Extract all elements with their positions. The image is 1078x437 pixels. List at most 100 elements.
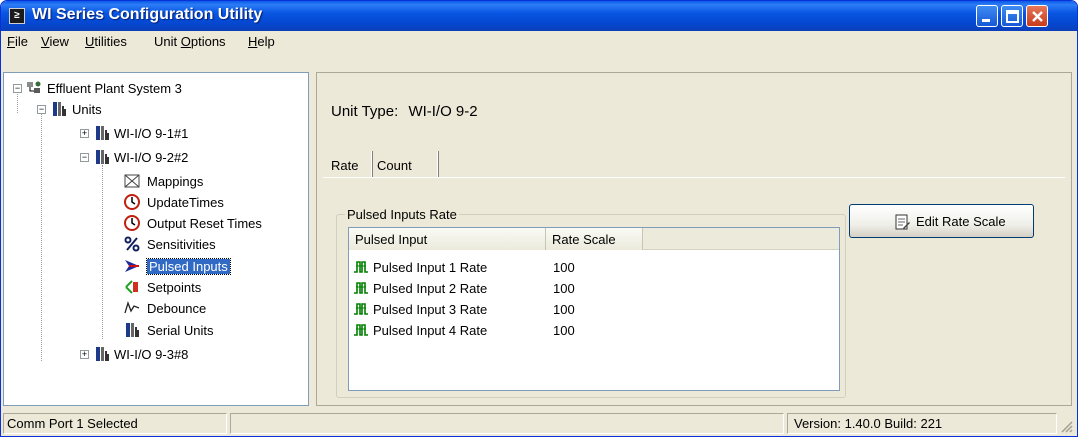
row-value: 100 bbox=[553, 323, 575, 338]
tree-item-serial-units[interactable]: Serial Units bbox=[4, 321, 304, 341]
clock-icon bbox=[124, 215, 140, 231]
list-item[interactable]: Pulsed Input 3 Rate 100 bbox=[349, 299, 839, 319]
list-item[interactable]: Pulsed Input 1 Rate 100 bbox=[349, 257, 839, 277]
row-name: Pulsed Input 4 Rate bbox=[373, 323, 488, 338]
network-icon bbox=[27, 81, 41, 93]
menu-view[interactable]: View bbox=[41, 34, 69, 49]
group-title: Pulsed Inputs Rate bbox=[345, 207, 459, 222]
unit-type-value: WI-I/O 9-2 bbox=[408, 103, 478, 120]
detail-pane: Unit Type: WI-I/O 9-2 Rate Count Pulsed … bbox=[316, 72, 1072, 406]
list-item[interactable]: Pulsed Input 2 Rate 100 bbox=[349, 278, 839, 298]
menu-help-rest: elp bbox=[257, 34, 275, 49]
menu-utilities[interactable]: Utilities bbox=[85, 34, 127, 49]
list-item[interactable]: Pulsed Input 4 Rate 100 bbox=[349, 320, 839, 340]
row-value: 100 bbox=[553, 260, 575, 275]
tree-label: Effluent Plant System 3 bbox=[47, 81, 182, 96]
tree-label: Sensitivities bbox=[147, 237, 216, 252]
status-text: Comm Port 1 Selected bbox=[7, 416, 138, 431]
menu-utilities-accel: U bbox=[85, 34, 95, 49]
tab-rate[interactable]: Rate bbox=[331, 153, 371, 177]
collapse-icon[interactable]: − bbox=[80, 153, 89, 162]
unit-icon bbox=[96, 347, 109, 361]
app-icon[interactable]: ≥ bbox=[9, 8, 25, 24]
status-panel-middle bbox=[230, 413, 784, 434]
pulse-icon bbox=[354, 282, 368, 294]
edit-document-icon bbox=[895, 214, 910, 230]
edit-rate-scale-button[interactable]: Edit Rate Scale bbox=[849, 204, 1034, 238]
expand-icon[interactable]: + bbox=[80, 129, 89, 138]
close-button[interactable] bbox=[1026, 5, 1048, 27]
tree-root[interactable]: − Effluent Plant System 3 bbox=[4, 79, 304, 99]
collapse-icon[interactable]: − bbox=[13, 84, 22, 93]
close-icon bbox=[1032, 11, 1043, 22]
arrow-icon bbox=[125, 260, 139, 272]
menu-view-rest: iew bbox=[49, 34, 69, 49]
collapse-icon[interactable]: − bbox=[37, 105, 46, 114]
unit-type-label: Unit Type: bbox=[331, 103, 399, 120]
menu-utilities-rest: tilities bbox=[94, 34, 127, 49]
menu-bar: File View Utilities Unit Options Help bbox=[1, 31, 1077, 51]
tree-label: WI-I/O 9-3#8 bbox=[114, 347, 189, 362]
column-header-pulsed-input[interactable]: Pulsed Input bbox=[349, 228, 546, 250]
percent-icon bbox=[124, 236, 140, 252]
tree-item-setpoints[interactable]: Setpoints bbox=[4, 278, 304, 298]
pulse-icon bbox=[354, 324, 368, 336]
tree-item-output-reset-times[interactable]: Output Reset Times bbox=[4, 214, 304, 234]
button-label: Edit Rate Scale bbox=[916, 214, 1006, 229]
menu-help[interactable]: Help bbox=[248, 34, 275, 49]
row-name: Pulsed Input 3 Rate bbox=[373, 302, 488, 317]
tree-label: Output Reset Times bbox=[147, 216, 262, 231]
tree-label: UpdateTimes bbox=[147, 195, 224, 210]
app-window: ≥ WI Series Configuration Utility File V… bbox=[0, 0, 1078, 437]
tree-label: WI-I/O 9-2#2 bbox=[114, 150, 189, 165]
pulsed-inputs-list[interactable]: Pulsed Input Rate Scale Pulsed Input 1 R… bbox=[348, 227, 840, 391]
tab-panel-edge bbox=[323, 177, 1065, 178]
row-value: 100 bbox=[553, 281, 575, 296]
waveform-icon bbox=[124, 300, 140, 314]
menu-file[interactable]: File bbox=[7, 34, 28, 49]
tree-item-pulsed-inputs[interactable]: Pulsed Inputs bbox=[4, 257, 304, 277]
status-panel-right: Version: 1.40.0 Build: 221 bbox=[787, 413, 1057, 434]
resize-grip-icon[interactable] bbox=[1059, 419, 1073, 433]
unit-type: Unit Type: WI-I/O 9-2 bbox=[331, 103, 478, 120]
pulsed-inputs-rate-group: Pulsed Inputs Rate Pulsed Input Rate Sca… bbox=[336, 207, 846, 398]
tree-item-mappings[interactable]: Mappings bbox=[4, 172, 304, 192]
tree-item-unit-2[interactable]: − WI-I/O 9-2#2 bbox=[4, 148, 304, 168]
row-name: Pulsed Input 1 Rate bbox=[373, 260, 488, 275]
maximize-button[interactable] bbox=[1001, 5, 1023, 27]
tree-label: Mappings bbox=[147, 174, 204, 189]
pulse-icon bbox=[354, 303, 368, 315]
minimize-button[interactable] bbox=[976, 5, 998, 27]
unit-icon bbox=[96, 126, 109, 140]
column-label: Rate Scale bbox=[552, 232, 616, 247]
unit-tree[interactable]: − Effluent Plant System 3 − Units + WI-I… bbox=[3, 72, 309, 406]
window-title: WI Series Configuration Utility bbox=[32, 6, 263, 23]
tab-label: Count bbox=[377, 158, 412, 173]
menu-unit-options-accel: O bbox=[180, 34, 191, 49]
tree-item-debounce[interactable]: Debounce bbox=[4, 299, 304, 319]
tree-item-sensitivities[interactable]: Sensitivities bbox=[4, 235, 304, 255]
menu-unit-options[interactable]: Unit Options bbox=[154, 34, 226, 49]
status-panel-left: Comm Port 1 Selected bbox=[3, 413, 227, 434]
tree-item-update-times[interactable]: UpdateTimes bbox=[4, 193, 304, 213]
list-header: Pulsed Input Rate Scale bbox=[349, 228, 839, 250]
tree-item-units[interactable]: − Units bbox=[4, 100, 304, 120]
status-bar: Comm Port 1 Selected Version: 1.40.0 Bui… bbox=[1, 411, 1077, 436]
menu-help-accel: H bbox=[248, 34, 258, 49]
maximize-icon bbox=[1006, 10, 1019, 23]
tab-label: Rate bbox=[331, 158, 359, 173]
tab-divider bbox=[371, 151, 373, 177]
tree-label: Setpoints bbox=[147, 280, 202, 295]
mappings-icon bbox=[124, 174, 140, 188]
setpoint-icon bbox=[125, 280, 138, 294]
column-header-rate-scale[interactable]: Rate Scale bbox=[546, 228, 643, 250]
row-name: Pulsed Input 2 Rate bbox=[373, 281, 488, 296]
tree-item-unit-1[interactable]: + WI-I/O 9-1#1 bbox=[4, 124, 304, 144]
title-bar[interactable]: ≥ WI Series Configuration Utility bbox=[1, 1, 1077, 31]
expand-icon[interactable]: + bbox=[80, 350, 89, 359]
tree-item-unit-3[interactable]: + WI-I/O 9-3#8 bbox=[4, 345, 304, 365]
minimize-icon bbox=[982, 19, 990, 22]
tab-count[interactable]: Count bbox=[377, 153, 437, 177]
unit-icon bbox=[126, 323, 139, 337]
unit-icon bbox=[53, 102, 66, 116]
